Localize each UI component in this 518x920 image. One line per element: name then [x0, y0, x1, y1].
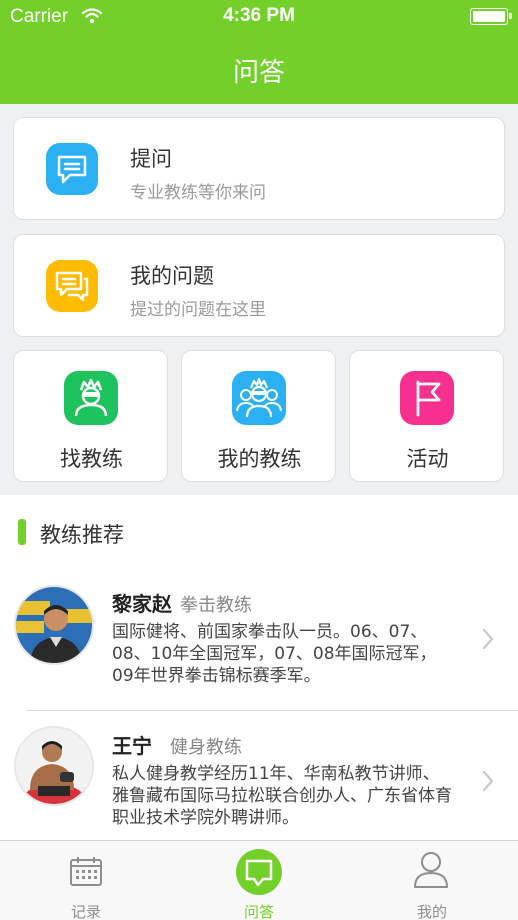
- tile-activity-label: 活动: [406, 447, 449, 471]
- tile-find-coach-label: 找教练: [60, 447, 123, 471]
- coach-role: 健身教练: [170, 737, 242, 758]
- tab-profile-label: 我的: [416, 903, 447, 920]
- row-divider: [26, 710, 518, 711]
- coach-description: 国际健将、前国家拳击队一员。06、07、08、10年全国冠军，07、08年国际冠…: [112, 622, 437, 686]
- chevron-right-icon: [482, 628, 494, 650]
- my-questions-card[interactable]: 我的问题 提过的问题在这里: [13, 234, 505, 337]
- nav-header: Carrier 4:36 PM 问答: [0, 0, 518, 104]
- tab-records-label: 记录: [70, 903, 101, 920]
- my-questions-title: 我的问题: [130, 264, 214, 288]
- tile-find-coach[interactable]: 找教练: [13, 350, 168, 482]
- tab-profile[interactable]: 我的: [346, 841, 518, 920]
- page-title: 问答: [232, 58, 285, 88]
- coach-row[interactable]: 王宁 健身教练 私人健身教学经历11年、华南私教节讲师、雅鲁藏布国际马拉松联合创办…: [0, 712, 518, 852]
- avatar: [14, 726, 94, 806]
- tab-qa-label: 问答: [243, 903, 274, 920]
- section-accent-bar: [18, 519, 26, 545]
- tab-qa[interactable]: 问答: [173, 841, 345, 920]
- coach-icon: [64, 371, 118, 425]
- ask-subtitle: 专业教练等你来问: [130, 183, 266, 203]
- coach-role: 拳击教练: [180, 595, 252, 616]
- my-questions-subtitle: 提过的问题在这里: [130, 300, 266, 320]
- status-time: 4:36 PM: [223, 5, 295, 26]
- chevron-right-icon: [482, 770, 494, 792]
- chat-bubble-icon: [46, 143, 98, 195]
- chat-bubble-icon: [236, 849, 282, 895]
- coach-description: 私人健身教学经历11年、华南私教节讲师、雅鲁藏布国际马拉松联合创办人、广东省体育…: [112, 764, 452, 828]
- ask-title: 提问: [130, 147, 172, 171]
- user-icon: [414, 852, 448, 888]
- coach-photo: [16, 728, 92, 804]
- tile-my-coach[interactable]: 我的教练: [181, 350, 336, 482]
- coaches-group-icon: [232, 371, 286, 425]
- calendar-icon: [70, 857, 102, 886]
- chat-list-icon: [46, 260, 98, 312]
- coach-row[interactable]: 黎家赵 拳击教练 国际健将、前国家拳击队一员。06、07、08、10年全国冠军，0…: [0, 570, 518, 710]
- section-title: 教练推荐: [40, 523, 124, 547]
- tile-activity[interactable]: 活动: [349, 350, 504, 482]
- coach-name: 王宁 健身教练: [112, 734, 242, 758]
- tab-records[interactable]: 记录: [0, 841, 172, 920]
- flag-icon: [400, 371, 454, 425]
- coach-name: 黎家赵 拳击教练: [112, 592, 252, 616]
- battery-icon: [470, 8, 512, 25]
- avatar: [14, 585, 94, 665]
- status-bar: Carrier 4:36 PM: [0, 0, 518, 34]
- tile-my-coach-label: 我的教练: [217, 447, 302, 471]
- ask-question-card[interactable]: 提问 专业教练等你来问: [13, 117, 505, 220]
- tab-bar: 记录 问答 我的: [0, 840, 518, 920]
- coach-photo: [16, 587, 92, 663]
